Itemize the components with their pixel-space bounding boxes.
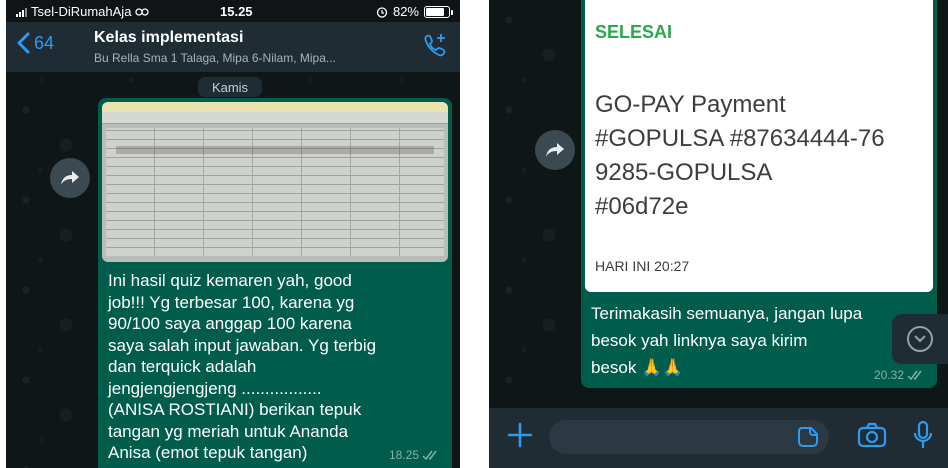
call-button[interactable] bbox=[422, 32, 448, 63]
message-text-content: Terimakasih semuanya, jangan lupa besok … bbox=[591, 304, 863, 377]
battery-icon bbox=[424, 5, 453, 18]
mic-icon bbox=[913, 420, 933, 448]
call-add-icon bbox=[424, 34, 446, 57]
forward-button[interactable] bbox=[535, 130, 575, 170]
spreadsheet-protected-bar bbox=[102, 102, 448, 112]
spreadsheet-photo[interactable] bbox=[102, 102, 448, 262]
sticker-button[interactable] bbox=[797, 426, 819, 453]
forward-icon bbox=[61, 171, 79, 185]
signal-icon bbox=[16, 7, 27, 17]
status-left: Tsel-DiRumahAja bbox=[16, 4, 150, 19]
chat-header: 64 Kelas implementasi Bu Rella Sma 1 Tal… bbox=[6, 22, 460, 72]
status-time: 15.25 bbox=[220, 4, 253, 19]
message-time: 18.25 bbox=[388, 448, 419, 462]
left-chat-screen: Tsel-DiRumahAja 15.25 82% 64 Kelas imple… bbox=[6, 0, 460, 468]
attach-button[interactable] bbox=[507, 422, 533, 453]
forward-icon bbox=[546, 143, 564, 157]
battery-percent: 82% bbox=[392, 4, 419, 19]
message-text: Ini hasil quiz kemaren yah, good job!!! … bbox=[108, 271, 377, 462]
spreadsheet-formula-bar bbox=[102, 112, 448, 124]
receipt-details: GO-PAY Payment #GOPULSA #87634444-76 928… bbox=[595, 91, 885, 220]
status-bar: Tsel-DiRumahAja 15.25 82% bbox=[6, 0, 460, 22]
unread-count: 64 bbox=[34, 32, 55, 53]
back-chevron-icon bbox=[17, 32, 30, 54]
message-text: Terimakasih semuanya, jangan lupa besok … bbox=[585, 300, 905, 381]
message-meta: 18.25 bbox=[389, 448, 440, 462]
camera-icon bbox=[857, 422, 887, 448]
receipt-status: SELESAI bbox=[595, 22, 673, 42]
plus-icon bbox=[507, 422, 533, 448]
alarm-icon bbox=[376, 6, 388, 18]
payment-receipt-image[interactable]: SELESAI GO-PAY Payment #GOPULSA #8763444… bbox=[585, 0, 933, 292]
forward-button[interactable] bbox=[50, 158, 90, 198]
double-check-icon bbox=[422, 450, 437, 460]
message-meta: 20.32 bbox=[874, 368, 925, 382]
right-chat-screen: SELESAI GO-PAY Payment #GOPULSA #8763444… bbox=[489, 0, 948, 468]
chat-participants[interactable]: Bu Rella Sma 1 Talaga, Mipa 6-Nilam, Mip… bbox=[94, 51, 336, 65]
vpn-icon bbox=[135, 7, 150, 16]
compose-bar bbox=[489, 408, 948, 468]
camera-button[interactable] bbox=[857, 422, 887, 453]
spreadsheet-highlight-row bbox=[116, 146, 434, 154]
sticker-icon bbox=[797, 427, 818, 447]
scroll-to-bottom-button[interactable] bbox=[892, 314, 948, 364]
double-check-icon bbox=[907, 370, 922, 380]
chat-title[interactable]: Kelas implementasi bbox=[94, 29, 243, 47]
day-separator: Kamis bbox=[198, 77, 262, 97]
voice-message-button[interactable] bbox=[913, 420, 933, 455]
outgoing-message-bubble[interactable]: Ini hasil quiz kemaren yah, good job!!! … bbox=[98, 98, 452, 468]
back-button[interactable]: 64 bbox=[16, 32, 54, 54]
outgoing-message-bubble[interactable]: SELESAI GO-PAY Payment #GOPULSA #8763444… bbox=[581, 0, 937, 388]
carrier-label: Tsel-DiRumahAja bbox=[31, 4, 132, 19]
receipt-time: HARI INI 20:27 bbox=[595, 258, 690, 274]
message-time: 20.32 bbox=[873, 368, 904, 382]
status-right: 82% bbox=[376, 4, 453, 19]
message-input[interactable] bbox=[549, 420, 829, 454]
praying-hands-emoji: 🙏🙏 bbox=[641, 358, 684, 377]
chevron-down-icon bbox=[907, 326, 933, 352]
